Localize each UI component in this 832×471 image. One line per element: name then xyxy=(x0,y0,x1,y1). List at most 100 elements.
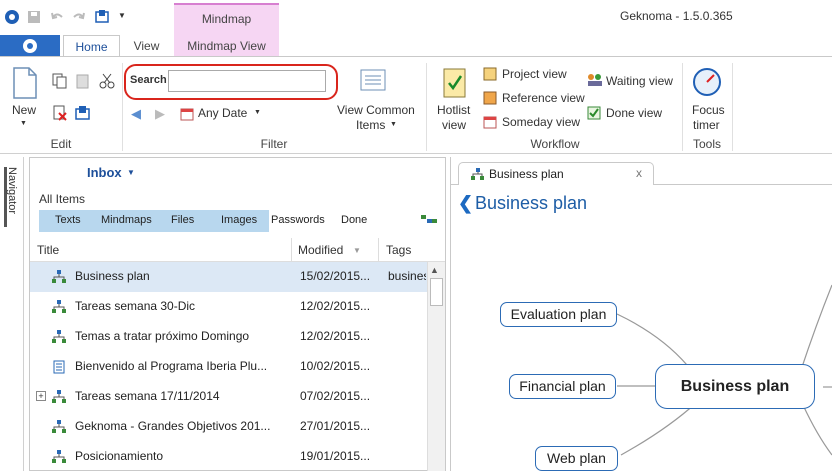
row-title: Geknoma - Grandes Objetivos 201... xyxy=(75,419,271,433)
view-common-items-label[interactable]: View Common xyxy=(337,103,415,117)
new-document-icon[interactable] xyxy=(12,67,38,99)
filter-done[interactable]: Done xyxy=(341,214,367,226)
mindmap-icon xyxy=(52,450,66,463)
ribbon-separator xyxy=(122,63,123,151)
node-financial-plan[interactable]: Financial plan xyxy=(509,374,616,399)
quick-access-icon[interactable] xyxy=(95,9,111,24)
navigator-label[interactable]: Navigator xyxy=(6,167,18,214)
filter-images[interactable]: Images xyxy=(221,214,257,226)
context-group-label: Mindmap xyxy=(201,12,252,26)
waiting-view-icon xyxy=(588,74,602,86)
column-title[interactable]: Title xyxy=(37,243,59,257)
common-items-icon[interactable] xyxy=(360,67,390,95)
focus-timer-label[interactable]: Focus xyxy=(692,103,725,117)
map-heading: Business plan xyxy=(475,193,588,213)
ribbon: New ▼ Edit Search ◀ ▶ Any Date ▼ View Co… xyxy=(0,56,832,154)
node-evaluation-plan[interactable]: Evaluation plan xyxy=(500,302,617,327)
close-icon[interactable]: x xyxy=(636,166,642,180)
reference-view-button[interactable]: Reference view xyxy=(502,91,585,105)
ribbon-separator xyxy=(426,63,427,151)
mindmap-icon xyxy=(52,390,66,403)
project-view-button[interactable]: Project view xyxy=(502,67,567,81)
table-row[interactable]: Business plan 15/02/2015... busines xyxy=(30,262,427,292)
ribbon-separator xyxy=(732,63,733,151)
undo-icon[interactable] xyxy=(50,10,64,24)
mindmap-connectors xyxy=(616,284,832,456)
reference-view-icon xyxy=(483,91,497,105)
hotlist-view-label[interactable]: Hotlist xyxy=(437,103,470,117)
filter-mindmaps[interactable]: Mindmaps xyxy=(101,214,152,226)
column-divider[interactable] xyxy=(291,238,292,262)
any-date-dropdown[interactable]: Any Date xyxy=(198,106,247,120)
tab-view[interactable]: View xyxy=(123,35,170,57)
filter-texts[interactable]: Texts xyxy=(55,214,81,226)
project-view-icon xyxy=(483,67,497,81)
sort-descending-icon[interactable]: ▼ xyxy=(353,246,361,255)
row-modified: 10/02/2015... xyxy=(300,359,371,373)
column-tags[interactable]: Tags xyxy=(386,243,411,257)
send-icon[interactable] xyxy=(75,105,91,121)
filter-files[interactable]: Files xyxy=(171,214,194,226)
paste-icon[interactable] xyxy=(75,73,91,89)
mindmap-icon xyxy=(52,270,66,283)
cut-icon[interactable] xyxy=(99,73,115,89)
hotlist-icon[interactable] xyxy=(442,65,468,99)
table-row[interactable]: Temas a tratar próximo Domingo 12/02/2015… xyxy=(30,322,427,352)
any-date-chevron-icon[interactable]: ▼ xyxy=(254,109,261,116)
view-common-chevron-icon[interactable]: ▼ xyxy=(390,121,397,128)
expand-icon[interactable]: + xyxy=(36,391,46,401)
edit-group-label: Edit xyxy=(50,137,72,151)
inbox-dropdown[interactable]: Inbox xyxy=(87,165,122,180)
document-tab-business-plan[interactable]: Business plan x xyxy=(458,162,654,185)
focus-timer-label-2[interactable]: timer xyxy=(693,118,720,132)
waiting-view-button[interactable]: Waiting view xyxy=(606,74,673,88)
row-modified: 07/02/2015... xyxy=(300,389,371,403)
tab-mindmap-view[interactable]: Mindmap View xyxy=(174,35,279,57)
back-chevron-icon[interactable]: ❮ xyxy=(458,193,473,214)
hotlist-view-label-2[interactable]: view xyxy=(442,118,466,132)
navigator-sidebar[interactable]: Navigator xyxy=(0,157,24,471)
someday-view-button[interactable]: Someday view xyxy=(502,115,580,129)
column-divider[interactable] xyxy=(378,238,379,262)
done-view-icon xyxy=(587,106,601,120)
list-scrollbar[interactable]: ▲ xyxy=(427,262,445,471)
new-button-label[interactable]: New xyxy=(12,103,36,117)
mindmap-icon xyxy=(52,300,66,313)
delete-icon[interactable] xyxy=(52,105,68,121)
row-modified: 12/02/2015... xyxy=(300,329,371,343)
ribbon-separator xyxy=(682,63,683,151)
forward-arrow-icon[interactable]: ▶ xyxy=(155,106,165,122)
tools-group-label: Tools xyxy=(692,137,721,151)
inbox-chevron-icon[interactable]: ▼ xyxy=(127,168,135,177)
scroll-up-icon[interactable]: ▲ xyxy=(430,265,439,275)
redo-icon[interactable] xyxy=(72,10,86,24)
someday-view-icon xyxy=(483,116,497,129)
focus-timer-icon[interactable] xyxy=(692,67,722,97)
table-row[interactable]: Bienvenido al Programa Iberia Plu... 10/0… xyxy=(30,352,427,382)
customize-dropdown-icon[interactable]: ▼ xyxy=(118,11,126,20)
calendar-icon xyxy=(180,108,194,121)
search-highlight-annotation xyxy=(124,64,338,100)
all-items-label[interactable]: All Items xyxy=(39,192,85,206)
table-row[interactable]: Posicionamiento 19/01/2015... xyxy=(30,442,427,471)
done-view-button[interactable]: Done view xyxy=(606,106,662,120)
back-arrow-icon[interactable]: ◀ xyxy=(131,106,141,122)
window-title: Geknoma - 1.5.0.365 xyxy=(620,9,733,23)
row-modified: 27/01/2015... xyxy=(300,419,371,433)
node-central-business-plan[interactable]: Business plan xyxy=(655,364,815,409)
scrollbar-thumb[interactable] xyxy=(430,278,443,306)
new-dropdown-icon[interactable]: ▼ xyxy=(20,120,27,127)
copy-icon[interactable] xyxy=(52,73,68,89)
save-icon[interactable] xyxy=(27,10,41,24)
column-modified[interactable]: Modified xyxy=(298,243,343,257)
table-row[interactable]: Geknoma - Grandes Objetivos 201... 27/01/… xyxy=(30,412,427,442)
node-web-plan[interactable]: Web plan xyxy=(535,446,618,471)
row-tags: busines xyxy=(388,269,426,283)
tab-home[interactable]: Home xyxy=(63,35,120,57)
filter-passwords[interactable]: Passwords xyxy=(271,214,325,226)
table-row[interactable]: Tareas semana 30-Dic 12/02/2015... xyxy=(30,292,427,322)
view-common-items-label-2[interactable]: Items xyxy=(356,118,385,132)
file-tab[interactable] xyxy=(0,35,60,57)
table-row[interactable]: + Tareas semana 17/11/2014 07/02/2015... xyxy=(30,382,427,412)
filter-options-icon[interactable] xyxy=(421,215,437,225)
